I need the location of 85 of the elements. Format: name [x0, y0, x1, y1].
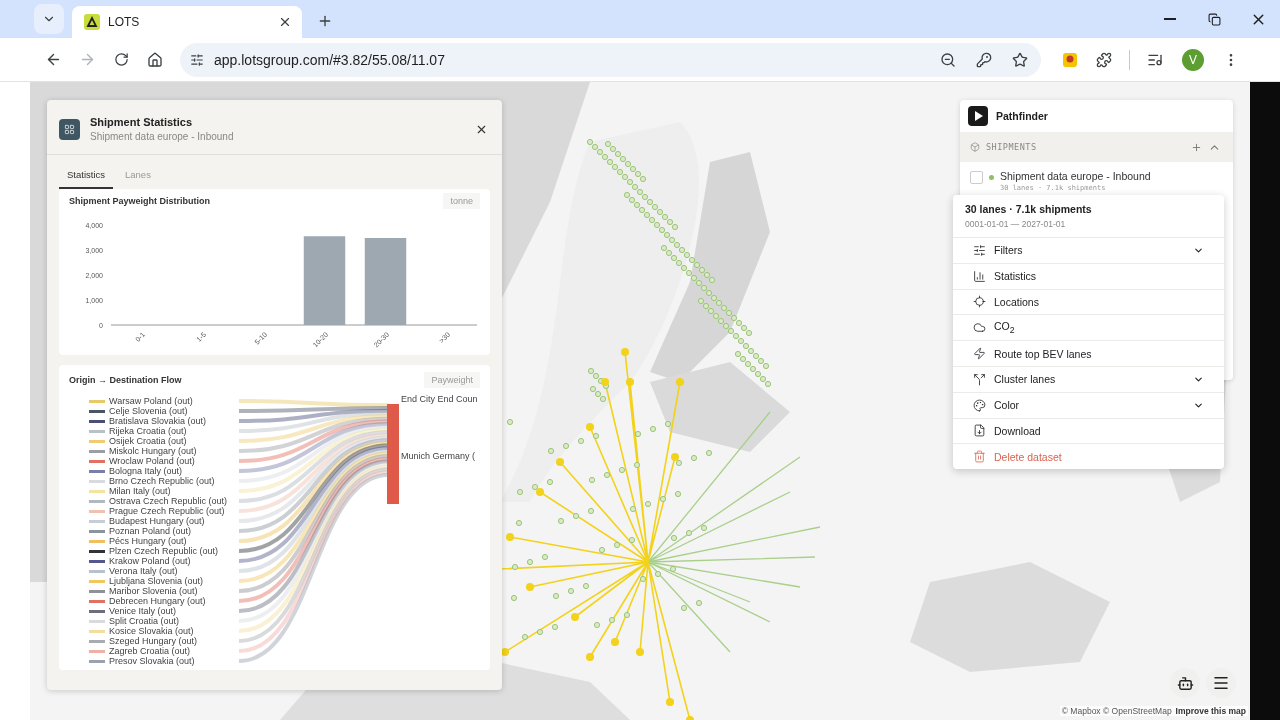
home-icon — [147, 51, 163, 68]
address-bar[interactable]: app.lotsgroup.com/#3.82/55.08/11.07 — [180, 42, 1041, 77]
lightning-icon — [973, 347, 986, 361]
origin-label: Bratislava Slovakia (out) — [109, 416, 207, 426]
menu-item[interactable]: Color — [953, 391, 1224, 418]
flow-title: Origin → Destination Flow — [69, 375, 182, 385]
origin-label: Presov Slovakia (out) — [109, 656, 195, 666]
origin-label: Debrecen Hungary (out) — [109, 596, 206, 606]
key-icon — [976, 51, 992, 68]
robot-icon — [1176, 674, 1194, 692]
checkbox[interactable] — [970, 171, 983, 184]
pathfinder-logo-icon — [968, 106, 988, 126]
plus-icon — [317, 13, 333, 29]
improve-map-link[interactable]: Improve this map — [1175, 706, 1246, 716]
origin-label: Ostrava Czech Republic (out) — [109, 496, 228, 506]
measure-label: Payweight — [424, 372, 480, 388]
section-label: SHIPMENTS — [986, 142, 1038, 152]
unit-label: tonne — [443, 193, 480, 209]
origin-label: Venice Italy (out) — [109, 606, 177, 616]
origin-label: Rijeka Croatia (out) — [109, 426, 187, 436]
origin-label: Bologna Italy (out) — [109, 466, 183, 476]
url-text: app.lotsgroup.com/#3.82/55.08/11.07 — [214, 51, 446, 68]
extension-icon — [1061, 50, 1079, 69]
origin-label: Budapest Hungary (out) — [109, 516, 205, 526]
menu-icon — [1212, 674, 1230, 692]
tab-title: LOTS — [108, 15, 141, 29]
origin-label: Wroclaw Poland (out) — [109, 456, 195, 466]
panel-subtitle: Shipment data europe - Inbound — [90, 131, 235, 142]
origin-label: Split Croatia (out) — [109, 616, 180, 626]
menu-item[interactable]: Delete dataset — [953, 443, 1224, 470]
origin-label: Szeged Hungary (out) — [109, 636, 198, 646]
panel-title: Shipment Statistics — [90, 116, 194, 128]
grid-icon — [59, 118, 80, 140]
origin-label: Maribor Slovenia (out) — [109, 586, 198, 596]
origin-label: Miskolc Hungary (out) — [109, 446, 197, 456]
origin-label: Plzen Czech Republic (out) — [109, 546, 219, 556]
dataset-name[interactable]: Shipment data europe - Inbound — [1000, 170, 1151, 182]
menu-item[interactable]: CO$_{2}$ — [953, 314, 1224, 341]
origin-label: Zagreb Croatia (out) — [109, 646, 191, 656]
origin-label: Celje Slovenia (out) — [109, 406, 188, 416]
palette-icon — [973, 398, 986, 412]
logo-icon — [84, 14, 100, 30]
minimize-icon — [1164, 18, 1176, 20]
menu-item[interactable]: Cluster lanes — [953, 366, 1224, 392]
origin-label: Ljubljana Slovenia (out) — [109, 576, 204, 586]
sliders-icon — [973, 243, 986, 257]
origin-label: Kosice Slovakia (out) — [109, 626, 194, 636]
date-range: 0001-01-01 — 2027-01-01 — [965, 219, 1067, 229]
split-icon — [973, 372, 986, 386]
menu-item[interactable]: Download — [953, 417, 1224, 444]
map-attribution: © Mapbox © OpenStreetMap — [1061, 706, 1172, 716]
browser-tab[interactable]: LOTS — [72, 6, 302, 38]
menu-item[interactable]: Filters — [953, 237, 1224, 263]
origin-label: Osijek Croatia (out) — [109, 436, 187, 446]
close-icon — [278, 15, 292, 29]
chart-title: Shipment Payweight Distribution — [69, 196, 210, 206]
menu-title: 30 lanes · 7.1k shipments — [965, 203, 1093, 215]
menu-item[interactable]: Statistics — [953, 262, 1224, 289]
add-button[interactable] — [1191, 141, 1202, 153]
menu-item[interactable]: Locations — [953, 288, 1224, 315]
menu-item[interactable]: Route top BEV lanes — [953, 340, 1224, 366]
origin-label: Brno Czech Republic (out) — [109, 476, 215, 486]
origin-label: Verona Italy (out) — [109, 566, 178, 576]
puzzle-icon — [1096, 51, 1112, 68]
plus-icon — [1191, 141, 1202, 153]
origin-label: Warsaw Poland (out) — [109, 396, 193, 406]
origin-label: Pécs Hungary (out) — [109, 536, 187, 546]
origin-label: Poznan Poland (out) — [109, 526, 192, 536]
destination-label: Munich Germany ( — [401, 451, 476, 461]
origin-label: Krakow Poland (out) — [109, 556, 191, 566]
destination-label: End City End Coun — [401, 394, 478, 404]
file-icon — [973, 424, 986, 438]
trash-icon — [973, 450, 986, 464]
crosshair-icon — [973, 295, 986, 309]
reload-icon — [113, 52, 129, 67]
sliders-icon — [190, 52, 204, 67]
cloud-icon — [973, 321, 986, 335]
app-title: Pathfinder — [996, 110, 1048, 122]
box-icon — [970, 142, 980, 152]
restore-icon — [1207, 12, 1221, 26]
origin-label: Milan Italy (out) — [109, 486, 171, 496]
bar-chart-icon — [973, 269, 986, 283]
zoom-icon — [940, 51, 956, 68]
star-icon — [1012, 51, 1028, 68]
origin-label: Prague Czech Republic (out) — [109, 506, 225, 516]
